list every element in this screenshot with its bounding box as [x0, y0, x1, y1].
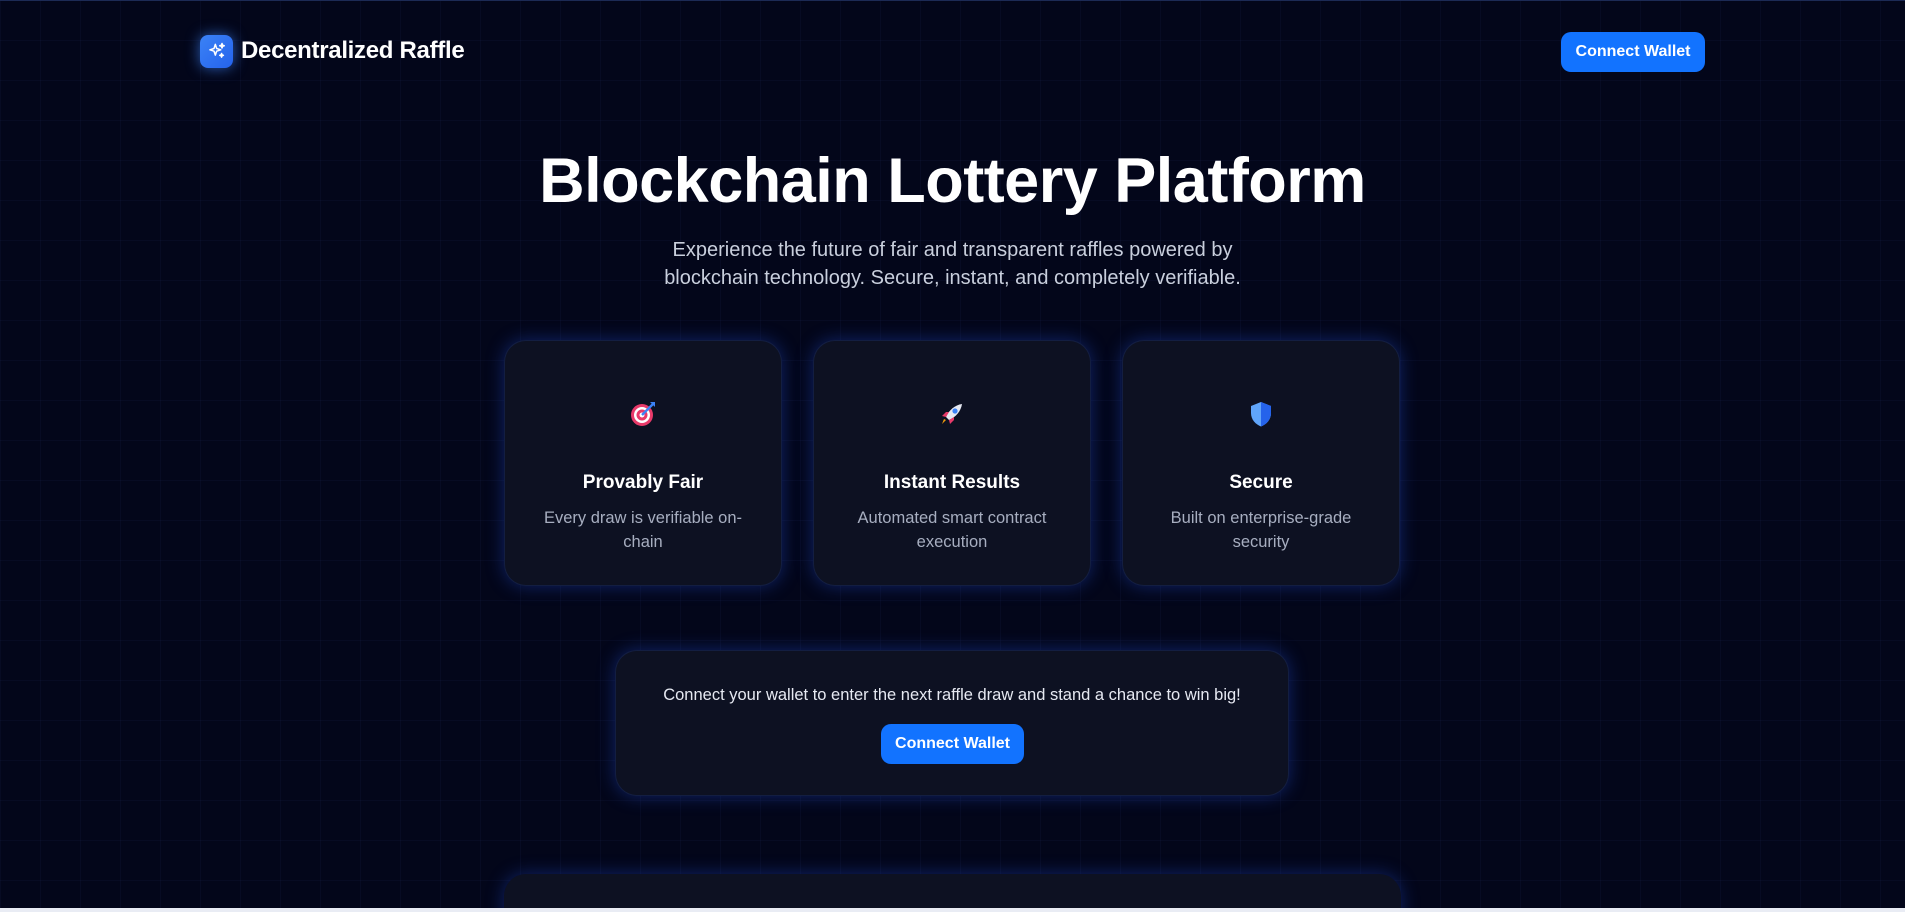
- brand-title: Decentralized Raffle: [241, 37, 465, 64]
- connect-wallet-cta-button[interactable]: Connect Wallet: [881, 724, 1024, 764]
- feature-description: Automated smart contract execution: [857, 509, 1047, 551]
- target-icon: [504, 400, 782, 430]
- next-section-card: [504, 874, 1401, 912]
- feature-title: Secure: [1229, 472, 1293, 493]
- connect-wallet-button[interactable]: Connect Wallet: [1561, 32, 1705, 72]
- rocket-icon: [813, 400, 1091, 430]
- feature-description: Built on enterprise-grade security: [1170, 509, 1352, 551]
- hero-subtitle: Experience the future of fair and transp…: [664, 239, 1241, 289]
- sparkles-icon: [200, 34, 233, 68]
- viewport-edge: [0, 908, 1905, 912]
- shield-icon: [1122, 400, 1400, 430]
- feature-card-instant-results: Instant Results Automated smart contract…: [813, 340, 1091, 586]
- page-title: Blockchain Lottery Platform: [539, 146, 1366, 216]
- top-border: [0, 0, 1905, 1]
- connect-prompt: Connect your wallet to enter the next ra…: [663, 686, 1241, 704]
- feature-card-provably-fair: Provably Fair Every draw is verifiable o…: [504, 340, 782, 586]
- feature-description: Every draw is verifiable on-chain: [543, 509, 743, 551]
- brand[interactable]: Decentralized Raffle: [200, 34, 465, 68]
- connect-wallet-panel: Connect your wallet to enter the next ra…: [615, 650, 1289, 796]
- feature-title: Instant Results: [883, 472, 1021, 493]
- feature-title: Provably Fair: [582, 472, 704, 493]
- feature-card-secure: Secure Built on enterprise-grade securit…: [1122, 340, 1400, 586]
